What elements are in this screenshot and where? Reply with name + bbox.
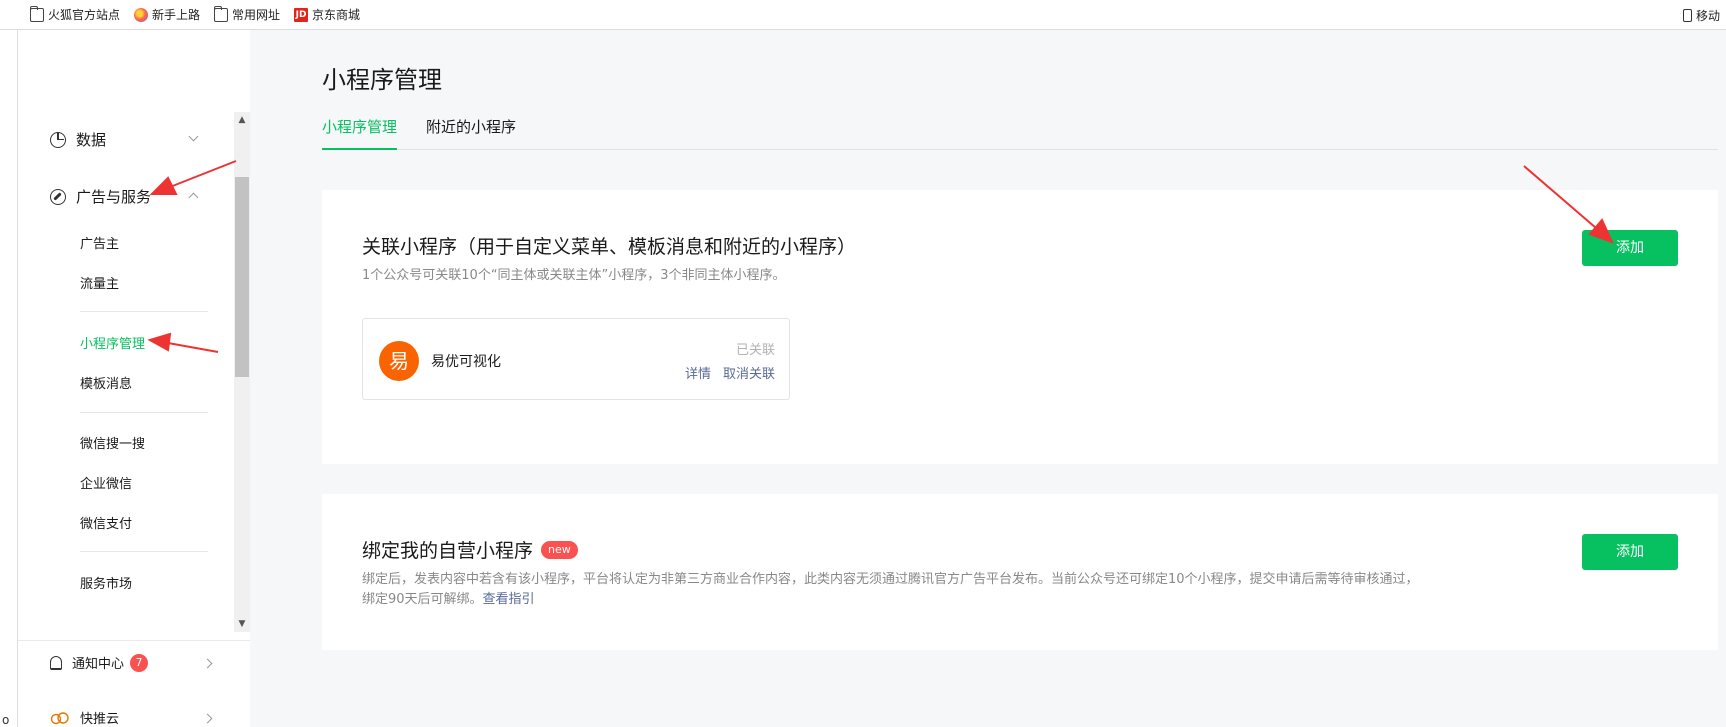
- sidebar-divider: [80, 311, 208, 312]
- chevron-right-icon[interactable]: [202, 658, 213, 669]
- sidebar-separator: [18, 640, 250, 641]
- tab-mini-program-management[interactable]: 小程序管理: [322, 116, 398, 150]
- bookmark-mobile[interactable]: 移动: [1682, 0, 1720, 30]
- sidebar-item-data[interactable]: 数据: [50, 129, 106, 150]
- add-own-mini-program-button[interactable]: 添加: [1582, 534, 1678, 570]
- left-gutter: o: [0, 30, 18, 727]
- chevron-right-icon[interactable]: [202, 713, 213, 724]
- sidebar-divider: [80, 551, 208, 552]
- scroll-down-arrow-icon[interactable]: ▼: [234, 616, 250, 632]
- gutter-glyph: o: [2, 713, 10, 727]
- page-title: 小程序管理: [322, 66, 442, 94]
- chevron-down-icon[interactable]: [188, 131, 199, 142]
- mini-program-avatar: 易: [379, 341, 419, 381]
- sidebar-item-wechat-search[interactable]: 微信搜一搜: [80, 433, 145, 452]
- sidebar-item-wechat-pay[interactable]: 微信支付: [80, 513, 132, 532]
- chevron-up-icon[interactable]: [188, 192, 199, 203]
- view-guide-link[interactable]: 查看指引: [483, 592, 535, 607]
- sidebar-item-publisher[interactable]: 流量主: [80, 273, 119, 292]
- sidebar: 数据 广告与服务 广告主 流量主 小程序管理 模板消息 微信搜一搜 企业微信 微…: [18, 30, 250, 727]
- detail-link[interactable]: 详情: [685, 363, 711, 382]
- notice-count-badge: 7: [130, 653, 149, 672]
- mobile-icon: [1682, 8, 1692, 22]
- card-description: 1个公众号可关联10个“同主体或关联主体”小程序，3个非同主体小程序。: [362, 268, 786, 283]
- pie-chart-icon: [50, 131, 66, 148]
- bookmarks-bar: 火狐官方站点 新手上路 常用网址 JD 京东商城 移动: [0, 0, 1726, 30]
- sidebar-item-advertiser[interactable]: 广告主: [80, 233, 119, 252]
- linked-mini-program-card: 关联小程序（用于自定义菜单、模板消息和附近的小程序） 1个公众号可关联10个“同…: [322, 190, 1718, 464]
- bookmark-jd-mall[interactable]: JD 京东商城: [294, 6, 360, 23]
- sidebar-item-notice-center[interactable]: 通知中心 7: [50, 653, 149, 672]
- unlink-link[interactable]: 取消关联: [723, 363, 775, 382]
- jd-icon: JD: [294, 7, 309, 22]
- sidebar-item-template-message[interactable]: 模板消息: [80, 373, 132, 392]
- sidebar-scrollbar[interactable]: ▲ ▼: [234, 112, 250, 632]
- tab-bar: 小程序管理 附近的小程序: [322, 116, 1718, 150]
- tab-nearby-mini-program[interactable]: 附近的小程序: [426, 116, 516, 150]
- bookmark-common-sites[interactable]: 常用网址: [214, 5, 280, 23]
- sidebar-item-kuaituiyun[interactable]: 快推云: [50, 708, 119, 727]
- sidebar-item-service-market[interactable]: 服务市场: [80, 573, 132, 592]
- scroll-thumb[interactable]: [235, 177, 249, 377]
- add-linked-mini-program-button[interactable]: 添加: [1582, 230, 1678, 266]
- sidebar-item-ads-services[interactable]: 广告与服务: [50, 186, 151, 207]
- sidebar-item-work-wechat[interactable]: 企业微信: [80, 473, 132, 492]
- scroll-up-arrow-icon[interactable]: ▲: [234, 112, 250, 128]
- bell-icon: [50, 655, 62, 670]
- new-badge: new: [541, 540, 578, 559]
- folder-icon: [214, 5, 229, 22]
- mini-program-actions: 详情 取消关联: [685, 363, 775, 382]
- card-title: 关联小程序（用于自定义菜单、模板消息和附近的小程序）: [362, 236, 857, 258]
- sidebar-item-mini-program[interactable]: 小程序管理: [80, 333, 145, 352]
- mini-program-name: 易优可视化: [431, 354, 501, 370]
- compass-icon: [50, 188, 66, 205]
- bind-own-mini-program-card: 绑定我的自营小程序 new 绑定后，发表内容中若含有该小程序，平台将认定为非第三…: [322, 494, 1718, 650]
- folder-icon: [30, 5, 44, 22]
- firefox-icon: [134, 7, 149, 22]
- sidebar-divider: [80, 412, 208, 413]
- bookmark-official-site[interactable]: 火狐官方站点: [30, 5, 120, 23]
- cloud-icon: [50, 711, 69, 724]
- card-title: 绑定我的自营小程序 new: [362, 536, 578, 563]
- card-description: 绑定后，发表内容中若含有该小程序，平台将认定为非第三方商业合作内容，此类内容无须…: [362, 572, 1419, 607]
- link-status: 已关联: [735, 343, 775, 358]
- bookmark-getting-started[interactable]: 新手上路: [134, 6, 200, 23]
- mini-program-item: 易 易优可视化 已关联 详情 取消关联: [362, 318, 790, 400]
